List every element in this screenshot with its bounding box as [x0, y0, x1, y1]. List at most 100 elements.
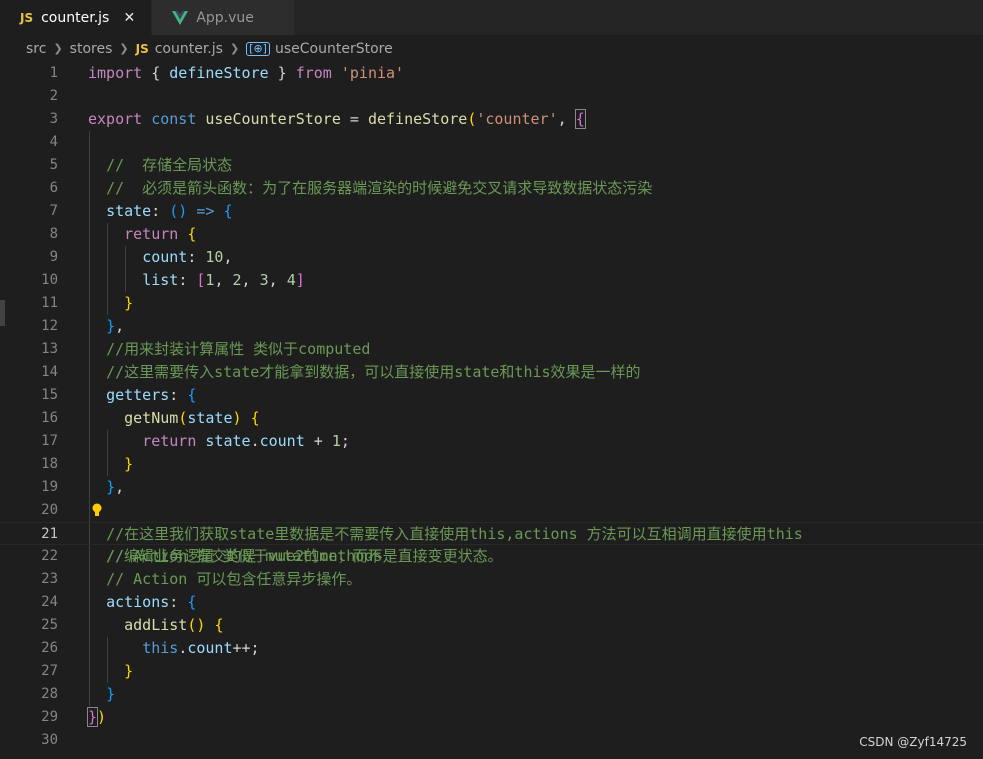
line-content: } — [88, 292, 133, 315]
breadcrumb-item-src[interactable]: src — [26, 41, 46, 57]
code-line: 29}) — [0, 706, 983, 729]
token: state — [106, 202, 152, 220]
line-number: 19 — [41, 479, 58, 495]
line-content: addList() { — [88, 614, 223, 637]
token: 3 — [259, 271, 269, 289]
code-line: 11 } — [0, 292, 983, 315]
token: 2 — [232, 271, 242, 289]
token: // Action 提交的是 mutation，而不是直接变更状态。 — [106, 547, 503, 565]
line-number: 21 — [41, 526, 58, 542]
line-content: actions: { — [88, 591, 196, 614]
token: { — [187, 593, 197, 611]
token: // Action 可以包含任意异步操作。 — [106, 570, 362, 588]
line-content: getters: { — [88, 384, 196, 407]
code-line: 7 state: () => { — [0, 200, 983, 223]
line-number: 1 — [49, 65, 58, 81]
token: ++; — [232, 639, 260, 657]
token: //在这里我们获取state里数据是不需要传入直接使用this,actions … — [106, 525, 803, 543]
chevron-right-icon: ❯ — [119, 42, 129, 55]
line-number: 11 — [41, 295, 58, 311]
token: getNum — [124, 409, 179, 427]
line-number: 24 — [41, 594, 58, 610]
token: . — [178, 639, 188, 657]
token: 10 — [205, 248, 224, 266]
code-line: 18 } — [0, 453, 983, 476]
token: , — [115, 317, 125, 335]
token: } — [124, 455, 134, 473]
token: ( — [178, 409, 188, 427]
token: ] — [295, 271, 305, 289]
line-content: } — [88, 683, 115, 706]
line-content: } — [88, 453, 133, 476]
code-line: 17 return state.count + 1; — [0, 430, 983, 453]
token: { — [250, 409, 260, 427]
token: : — [169, 386, 179, 404]
line-content: //在这里我们获取state里数据是不需要传入直接使用this,actions … — [88, 523, 803, 546]
code-line: 8 return { — [0, 223, 983, 246]
breadcrumb-item-stores[interactable]: stores — [70, 41, 113, 57]
tab-counter-js[interactable]: JS counter.js ✕ — [0, 0, 153, 35]
token: actions — [106, 593, 170, 611]
breadcrumb: src ❯ stores ❯ JS counter.js ❯ [⊕] useCo… — [0, 35, 983, 62]
token: } — [124, 294, 134, 312]
token: => — [196, 202, 215, 220]
code-editor[interactable]: 1 import { defineStore } from 'pinia' 2 3… — [0, 62, 983, 759]
token: useCounterStore — [205, 110, 341, 128]
code-line: 12 }, — [0, 315, 983, 338]
lightbulb-icon[interactable] — [91, 499, 103, 522]
token: () — [169, 202, 188, 220]
code-line: 20 //编辑业务逻辑 类似于vue2的methods — [0, 499, 983, 565]
token: = — [349, 110, 359, 128]
line-number: 29 — [41, 709, 58, 725]
token: } — [277, 64, 287, 82]
token: const — [151, 110, 197, 128]
line-content: this.count++; — [88, 637, 260, 660]
token: } — [106, 685, 116, 703]
line-number: 14 — [41, 364, 58, 380]
breadcrumb-item-symbol[interactable]: useCounterStore — [275, 41, 393, 57]
chevron-right-icon: ❯ — [53, 42, 63, 55]
token: { — [223, 202, 233, 220]
line-number: 17 — [41, 433, 58, 449]
token: { — [187, 225, 197, 243]
js-file-icon: JS — [20, 10, 34, 25]
token: return — [124, 225, 179, 243]
token: , — [115, 478, 125, 496]
line-content: } — [88, 660, 133, 683]
token: getters — [106, 386, 170, 404]
line-content: export const useCounterStore = defineSto… — [88, 108, 586, 131]
token: () — [187, 616, 206, 634]
token: : — [151, 202, 161, 220]
tab-label: App.vue — [196, 9, 254, 26]
line-content: state: () => { — [88, 200, 233, 223]
line-content: return { — [88, 223, 196, 246]
chevron-right-icon: ❯ — [229, 42, 240, 55]
code-line: 3 export const useCounterStore = defineSt… — [0, 108, 983, 131]
token: : — [169, 593, 179, 611]
scroll-indicator[interactable] — [0, 300, 5, 326]
line-number: 5 — [49, 157, 58, 173]
code-line: 9 count: 10, — [0, 246, 983, 269]
token: : — [178, 271, 197, 289]
code-line: 27 } — [0, 660, 983, 683]
token: { — [574, 109, 586, 129]
code-line: 19 }, — [0, 476, 983, 499]
line-content: //这里需要传入state才能拿到数据，可以直接使用state和this效果是一… — [88, 361, 641, 384]
code-line: 1 import { defineStore } from 'pinia' — [0, 62, 983, 85]
breadcrumb-item-file[interactable]: counter.js — [155, 41, 223, 57]
token: count — [259, 432, 305, 450]
token: defineStore — [367, 110, 468, 128]
tab-app-vue[interactable]: App.vue — [152, 0, 295, 35]
token: { — [214, 616, 224, 634]
line-content: //用来封装计算属性 类似于computed — [88, 338, 370, 361]
line-number: 13 — [41, 341, 58, 357]
code-line: 13 //用来封装计算属性 类似于computed — [0, 338, 983, 361]
line-number: 23 — [41, 571, 58, 587]
code-line: 24 actions: { — [0, 591, 983, 614]
token: 4 — [286, 271, 296, 289]
token: list — [142, 271, 179, 289]
tab-label: counter.js — [41, 9, 110, 26]
token: { — [151, 64, 161, 82]
close-icon[interactable]: ✕ — [121, 10, 137, 26]
js-file-icon: JS — [135, 41, 149, 56]
